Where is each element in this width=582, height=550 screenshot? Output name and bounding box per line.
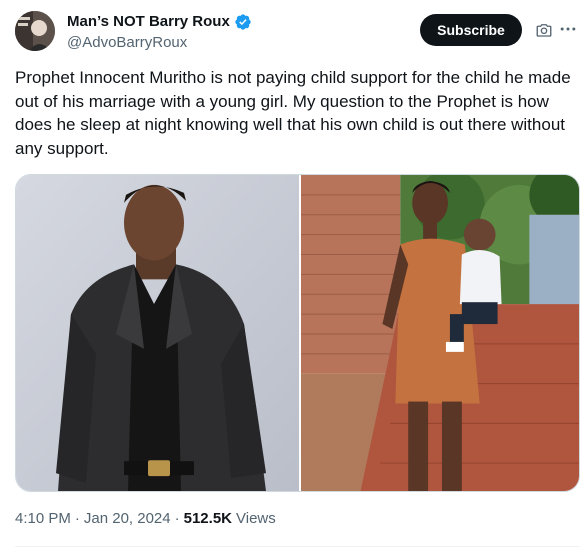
author-handle[interactable]: @AdvoBarryRoux — [67, 33, 187, 53]
photo-man-in-suit[interactable] — [16, 175, 299, 491]
views-count: 512.5K — [183, 510, 232, 527]
camera-icon[interactable] — [535, 21, 553, 39]
author-display-name[interactable]: Man’s NOT Barry Roux — [67, 12, 230, 32]
tweet-time[interactable]: 4:10 PM — [15, 509, 71, 529]
subscribe-button[interactable]: Subscribe — [420, 14, 522, 46]
avatar-photo-icon — [15, 11, 55, 51]
verified-badge-icon — [235, 14, 251, 30]
author-name-row[interactable]: Man’s NOT Barry Roux — [67, 12, 252, 32]
photo-man-in-suit-icon — [16, 175, 299, 491]
tweet-media[interactable] — [15, 174, 580, 492]
more-options-icon[interactable] — [558, 19, 578, 39]
meta-separator-2: · — [174, 510, 180, 527]
meta-separator: · — [74, 510, 80, 527]
avatar[interactable] — [15, 11, 55, 51]
tweet-text: Prophet Innocent Muritho is not paying c… — [15, 68, 571, 158]
tweet-meta: 4:10 PM · Jan 20, 2024 · 512.5K Views — [15, 509, 276, 529]
photo-woman-with-child-icon — [301, 175, 579, 491]
tweet-date[interactable]: Jan 20, 2024 — [84, 509, 171, 529]
divider — [15, 546, 580, 547]
photo-woman-with-child[interactable] — [301, 175, 579, 491]
views-label: Views — [236, 510, 276, 527]
